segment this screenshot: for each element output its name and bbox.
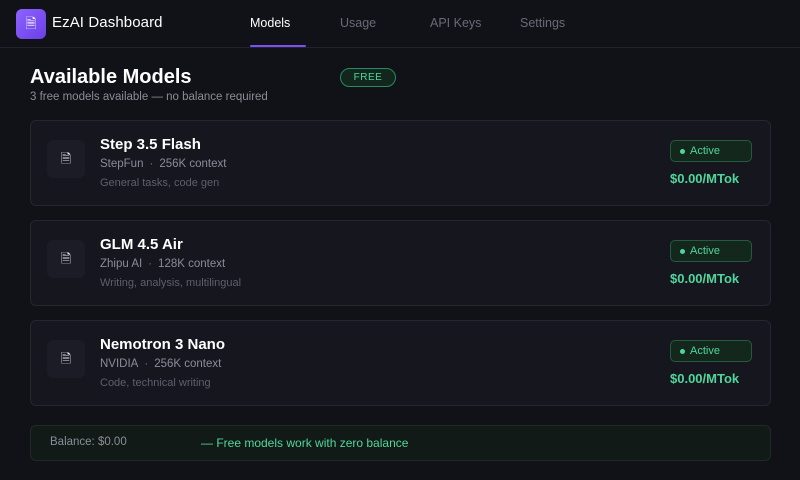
model-icon: 🗎	[60, 151, 72, 167]
meta-separator: ·	[144, 358, 149, 370]
status-label: Active	[690, 245, 720, 257]
app-logo[interactable]: 🗎	[16, 9, 46, 39]
status-label: Active	[690, 145, 720, 157]
model-icon-box: 🗎	[47, 140, 85, 178]
model-context: 128K context	[158, 258, 226, 270]
model-icon: 🗎	[60, 251, 72, 267]
model-icon-box: 🗎	[47, 240, 85, 278]
page-title: Available Models	[30, 66, 192, 88]
model-card-glm-air[interactable]: 🗎 GLM 4.5 Air Zhipu AI · 128K context Writ…	[30, 220, 771, 306]
model-card-step-flash[interactable]: 🗎 Step 3.5 Flash StepFun · 256K context Ge…	[30, 120, 771, 206]
app-title[interactable]: EzAI Dashboard	[52, 14, 163, 31]
model-icon: 🗎	[60, 351, 72, 367]
document-icon: 🗎	[25, 16, 37, 32]
model-price: $0.00/MTok	[670, 371, 740, 386]
model-meta: Zhipu AI · 128K context	[100, 258, 225, 270]
balance-note: — Free models work with zero balance	[201, 436, 409, 450]
tab-models[interactable]: Models	[250, 16, 290, 30]
model-icon-box: 🗎	[47, 340, 85, 378]
model-provider: StepFun	[100, 158, 144, 170]
balance-value: Balance: $0.00	[50, 436, 127, 448]
model-price: $0.00/MTok	[670, 171, 740, 186]
tab-settings[interactable]: Settings	[520, 16, 565, 30]
meta-separator: ·	[148, 258, 153, 270]
model-provider: Zhipu AI	[100, 258, 143, 270]
tab-usage[interactable]: Usage	[340, 16, 376, 30]
model-name: Nemotron 3 Nano	[100, 336, 226, 353]
model-tags: Writing, analysis, multilingual	[100, 277, 242, 289]
model-provider: NVIDIA	[100, 358, 139, 370]
model-price: $0.00/MTok	[670, 271, 740, 286]
tab-api-keys[interactable]: API Keys	[430, 16, 481, 30]
model-tags: Code, technical writing	[100, 377, 211, 389]
model-context: 256K context	[154, 358, 222, 370]
balance-bar: Balance: $0.00 — Free models work with z…	[30, 425, 771, 461]
status-label: Active	[690, 345, 720, 357]
status-badge: Active	[670, 240, 752, 262]
top-navigation-bar: 🗎 EzAI Dashboard Models Usage API Keys S…	[0, 0, 800, 48]
active-tab-indicator	[250, 45, 306, 47]
model-name: Step 3.5 Flash	[100, 136, 201, 153]
status-dot-icon	[680, 148, 685, 154]
model-meta: NVIDIA · 256K context	[100, 358, 221, 370]
status-dot-icon	[680, 348, 685, 354]
model-card-nemotron-nano[interactable]: 🗎 Nemotron 3 Nano NVIDIA · 256K context Co…	[30, 320, 771, 406]
status-badge: Active	[670, 140, 752, 162]
model-context: 256K context	[159, 158, 227, 170]
page-subtitle: 3 free models available — no balance req…	[30, 91, 268, 103]
status-dot-icon	[680, 248, 685, 254]
meta-separator: ·	[149, 158, 154, 170]
model-tags: General tasks, code gen	[100, 177, 220, 189]
model-name: GLM 4.5 Air	[100, 236, 183, 253]
status-badge: Active	[670, 340, 752, 362]
free-badge: FREE	[340, 68, 396, 87]
model-meta: StepFun · 256K context	[100, 158, 226, 170]
